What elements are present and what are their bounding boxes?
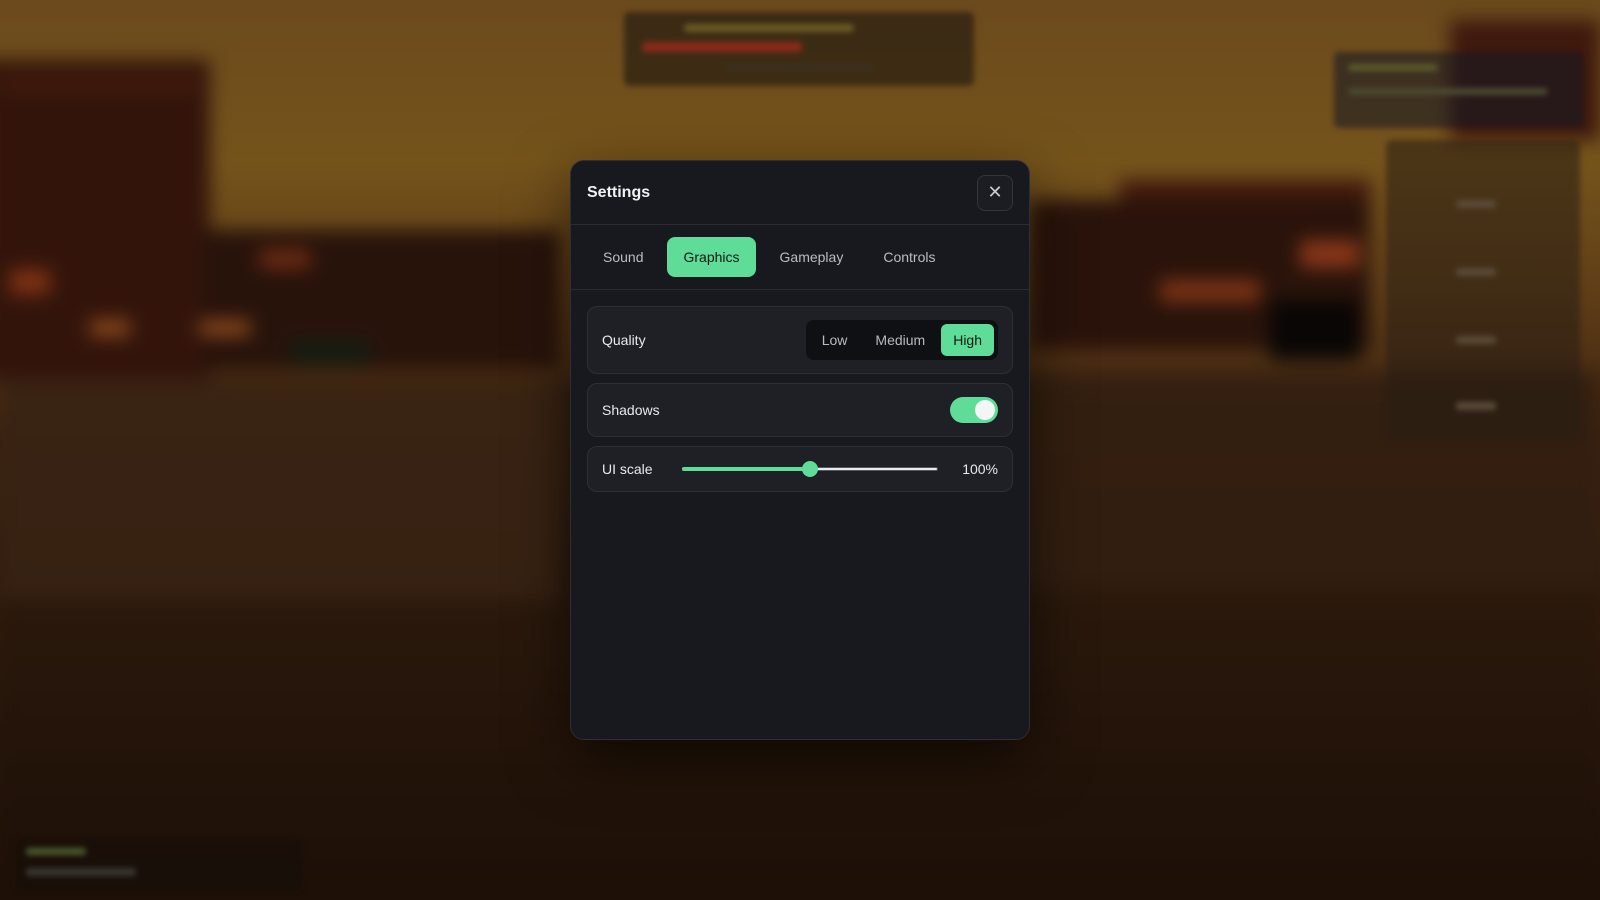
settings-tabs: Sound Graphics Gameplay Controls bbox=[571, 225, 1029, 290]
shadows-label: Shadows bbox=[602, 402, 660, 418]
ui-scale-label: UI scale bbox=[602, 461, 653, 477]
modal-header: Settings ✕ bbox=[571, 161, 1029, 225]
hud-bottom-left-panel bbox=[16, 838, 302, 890]
quality-option-medium[interactable]: Medium bbox=[863, 324, 937, 356]
quality-row: Quality Low Medium High bbox=[587, 306, 1013, 374]
quality-label: Quality bbox=[602, 332, 646, 348]
tab-gameplay[interactable]: Gameplay bbox=[764, 237, 860, 277]
close-button[interactable]: ✕ bbox=[977, 174, 1013, 211]
ui-scale-row: UI scale 100% bbox=[587, 446, 1013, 492]
toggle-knob bbox=[975, 400, 995, 420]
close-icon: ✕ bbox=[987, 182, 1003, 202]
shadows-row: Shadows bbox=[587, 383, 1013, 437]
tab-graphics[interactable]: Graphics bbox=[667, 237, 756, 277]
ui-scale-slider[interactable] bbox=[682, 460, 938, 478]
modal-title: Settings bbox=[587, 183, 651, 201]
quality-selector: Low Medium High bbox=[805, 320, 998, 360]
graphics-settings: Quality Low Medium High Shadows UI scale 1… bbox=[571, 290, 1029, 517]
quality-option-high[interactable]: High bbox=[941, 324, 994, 356]
tab-controls[interactable]: Controls bbox=[867, 237, 951, 277]
slider-thumb[interactable] bbox=[802, 461, 818, 477]
hud-status-panel bbox=[624, 12, 974, 86]
quality-option-low[interactable]: Low bbox=[810, 324, 860, 356]
settings-modal: Settings ✕ Sound Graphics Gameplay Controls… bbox=[570, 160, 1030, 740]
ui-scale-value: 100% bbox=[962, 461, 998, 477]
slider-fill bbox=[682, 467, 810, 471]
tab-sound[interactable]: Sound bbox=[587, 237, 659, 277]
hud-objective-panel bbox=[1334, 52, 1584, 128]
shadows-toggle[interactable] bbox=[950, 397, 998, 423]
hud-side-list bbox=[1386, 140, 1580, 440]
